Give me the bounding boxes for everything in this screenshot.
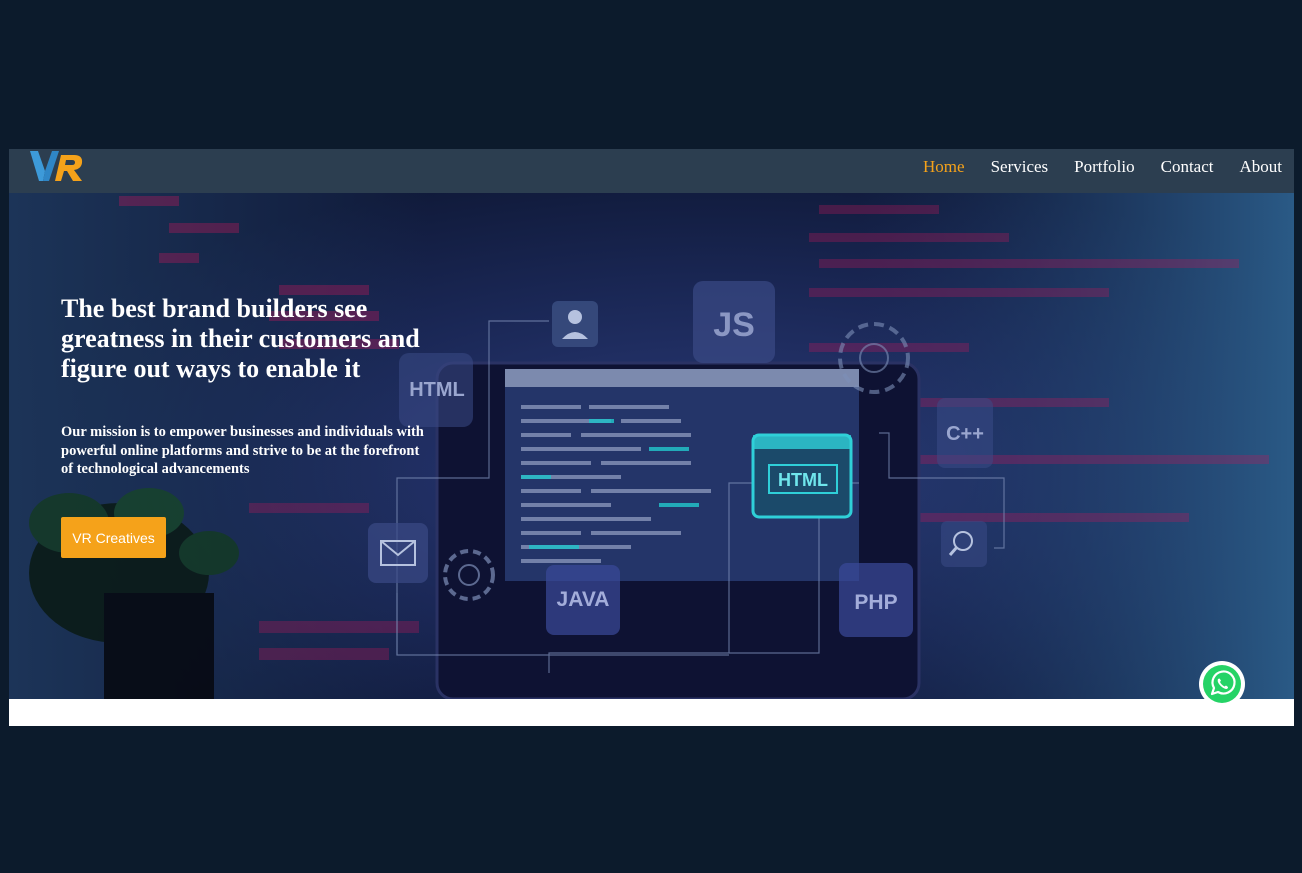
nav-link-home[interactable]: Home [923,157,965,177]
bg-mail-badge [368,523,428,583]
bg-js-badge: JS [693,281,775,363]
navbar: Home Services Portfolio Contact About [9,149,1294,193]
website-frame: Home Services Portfolio Contact About JS… [9,149,1294,726]
nav-link-about[interactable]: About [1240,157,1283,177]
bg-user-badge [552,301,598,347]
bg-cpp-label: C++ [946,423,984,445]
main-nav: Home Services Portfolio Contact About [923,157,1282,177]
bg-php-label: PHP [854,591,897,614]
logo-r [55,155,83,181]
bg-php-badge: PHP [839,563,913,637]
nav-link-contact[interactable]: Contact [1161,157,1214,177]
logo-v-left [30,151,45,181]
hero-mission-text: Our mission is to empower businesses and… [61,424,424,477]
bg-java-label: JAVA [557,588,610,611]
vr-creatives-button[interactable]: VR Creatives [61,517,166,558]
bg-html-screen-label: HTML [778,470,828,490]
bg-search-badge [941,521,987,567]
hero-title: The best brand builders see greatness in… [61,294,420,383]
bg-laptop [435,361,921,699]
hero-section: JS HTML C++ HTML JAVA PHP The best brand… [9,193,1294,699]
nav-link-services[interactable]: Services [991,157,1049,177]
vr-logo[interactable] [30,151,86,181]
bg-js-label: JS [713,306,755,344]
bg-java-badge: JAVA [546,565,620,635]
bg-cpp-badge: C++ [937,398,993,468]
whatsapp-icon[interactable] [1198,660,1246,708]
nav-link-portfolio[interactable]: Portfolio [1074,157,1134,177]
bg-html-screen: HTML [751,433,853,519]
